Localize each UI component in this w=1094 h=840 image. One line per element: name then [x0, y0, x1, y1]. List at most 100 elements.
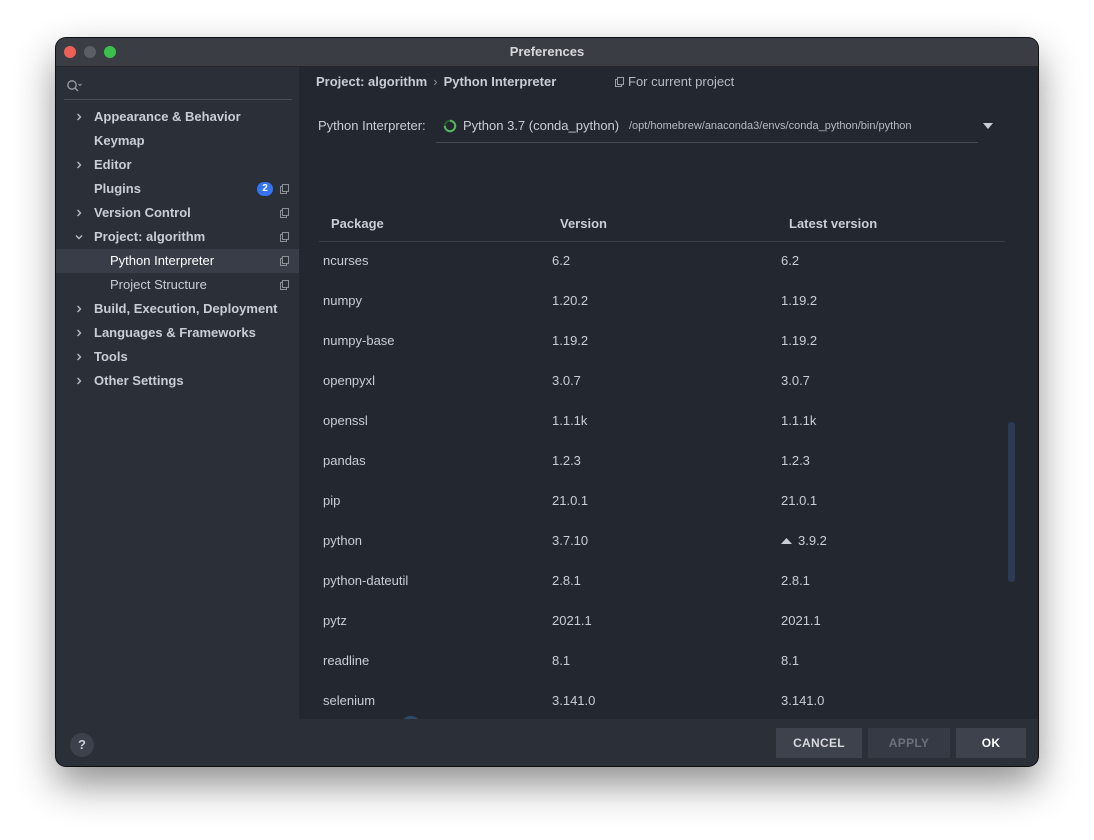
chevron-right-icon[interactable] — [74, 376, 84, 386]
table-row[interactable]: pandas 1.2.3 1.2.3 — [319, 442, 1005, 482]
help-button[interactable]: ? — [70, 733, 94, 757]
table-row[interactable]: readline 8.1 8.1 — [319, 642, 1005, 682]
column-header-latest-version[interactable]: Latest version — [789, 216, 877, 231]
interpreter-path: /opt/homebrew/anaconda3/envs/conda_pytho… — [629, 120, 912, 132]
project-scope-icon — [280, 208, 289, 218]
chevron-right-icon[interactable] — [74, 328, 84, 338]
latest-version-cell: 21.0.1 — [781, 493, 817, 508]
column-header-version[interactable]: Version — [560, 216, 607, 231]
sidebar-item-python-interpreter[interactable]: Python Interpreter — [56, 249, 299, 273]
package-version-cell: 2.8.1 — [552, 573, 581, 588]
package-version-cell: 6.2 — [552, 253, 571, 268]
package-name-cell: openpyxl — [323, 373, 376, 388]
package-name-cell: pytz — [323, 613, 347, 628]
latest-version-cell: 2.8.1 — [781, 573, 810, 588]
sidebar-item-version-control[interactable]: Version Control — [56, 201, 299, 225]
settings-content: Project: algorithm › Python Interpreter Fo… — [299, 67, 1038, 736]
latest-version-cell: 3.0.7 — [781, 373, 810, 388]
latest-version-value: 8.1 — [781, 653, 800, 668]
package-name-cell: numpy-base — [323, 333, 395, 348]
chevron-right-icon[interactable] — [74, 112, 84, 122]
chevron-right-icon[interactable] — [74, 304, 84, 314]
table-row[interactable]: ncurses 6.2 6.2 — [319, 242, 1005, 282]
column-header-package[interactable]: Package — [331, 216, 384, 231]
sidebar-item-plugins[interactable]: Plugins 2 — [56, 177, 299, 201]
sidebar-item-label: Tools — [94, 349, 128, 364]
ok-button[interactable]: OK — [956, 728, 1026, 758]
package-name-cell: pandas — [323, 453, 366, 468]
upgrade-available-icon — [781, 538, 792, 544]
latest-version-value: 3.9.2 — [798, 533, 827, 548]
package-name-cell: ncurses — [323, 253, 369, 268]
packages-table: Package Version Latest version ncurses 6.… — [319, 205, 1005, 715]
sidebar-item-other-settings[interactable]: Other Settings — [56, 369, 299, 393]
sidebar-item-label: Languages & Frameworks — [94, 325, 256, 340]
project-scope-icon — [280, 256, 289, 266]
table-row[interactable]: selenium 3.141.0 3.141.0 — [319, 682, 1005, 712]
package-name-cell: selenium — [323, 693, 376, 708]
sidebar-item-label: Keymap — [94, 133, 145, 148]
table-row[interactable]: openssl 1.1.1k 1.1.1k — [319, 402, 1005, 442]
interpreter-select[interactable]: Python 3.7 (conda_python) /opt/homebrew/… — [436, 110, 978, 143]
for-current-project-note: For current project — [615, 74, 734, 89]
latest-version-cell: 3.141.0 — [781, 693, 824, 708]
package-version-cell: 3.7.10 — [552, 533, 589, 548]
sidebar-item-languages-frameworks[interactable]: Languages & Frameworks — [56, 321, 299, 345]
settings-search-input[interactable] — [64, 73, 292, 100]
sidebar-item-appearance-behavior[interactable]: Appearance & Behavior — [56, 105, 299, 129]
package-name-cell: numpy — [323, 293, 363, 308]
sidebar-item-build-execution-deployment[interactable]: Build, Execution, Deployment — [56, 297, 299, 321]
sidebar-item-label: Editor — [94, 157, 132, 172]
sidebar-item-label: Appearance & Behavior — [94, 109, 241, 124]
interpreter-name: Python 3.7 (conda_python) — [463, 118, 620, 133]
sidebar-item-tools[interactable]: Tools — [56, 345, 299, 369]
package-version-cell: 21.0.1 — [552, 493, 589, 508]
sidebar-item-label: Python Interpreter — [110, 253, 215, 268]
table-body: ncurses 6.2 6.2 numpy 1.20.2 1.19.2 numpy-base… — [319, 242, 1005, 712]
cancel-button[interactable]: CANCEL — [776, 728, 862, 758]
sidebar-item-editor[interactable]: Editor — [56, 153, 299, 177]
table-row[interactable]: openpyxl 3.0.7 3.0.7 — [319, 362, 1005, 402]
latest-version-cell: 1.2.3 — [781, 453, 810, 468]
sidebar-item-label: Version Control — [94, 205, 191, 220]
table-row[interactable]: numpy-base 1.19.2 1.19.2 — [319, 322, 1005, 362]
package-version-cell: 1.19.2 — [552, 333, 589, 348]
table-row[interactable]: python 3.7.10 3.9.2 — [319, 522, 1005, 562]
table-row[interactable]: python-dateutil 2.8.1 2.8.1 — [319, 562, 1005, 602]
chevron-right-icon[interactable] — [74, 160, 84, 170]
package-name-cell: python-dateutil — [323, 573, 409, 588]
table-row[interactable]: pytz 2021.1 2021.1 — [319, 602, 1005, 642]
package-version-cell: 1.20.2 — [552, 293, 589, 308]
project-scope-icon — [280, 232, 289, 242]
package-version-cell: 3.141.0 — [552, 693, 596, 708]
chevron-down-icon[interactable] — [74, 232, 84, 242]
breadcrumb-current: Python Interpreter — [443, 74, 557, 89]
table-row[interactable]: pip 21.0.1 21.0.1 — [319, 482, 1005, 522]
package-name-cell: pip — [323, 493, 341, 508]
table-header: Package Version Latest version — [319, 205, 1005, 242]
latest-version-cell: 1.19.2 — [781, 333, 817, 348]
breadcrumb: Project: algorithm › Python Interpreter — [316, 74, 556, 89]
latest-version-value: 1.19.2 — [781, 333, 818, 348]
latest-version-value: 3.141.0 — [781, 693, 825, 708]
dropdown-arrow-icon[interactable] — [978, 110, 998, 142]
sidebar-item-label: Project: algorithm — [94, 229, 206, 244]
preferences-window: Preferences Appearance & Behavior Keymap E… — [56, 38, 1038, 766]
latest-version-cell: 8.1 — [781, 653, 799, 668]
latest-version-value: 2.8.1 — [781, 573, 810, 588]
sidebar-item-label: Project Structure — [110, 277, 207, 292]
sidebar-item-project-structure[interactable]: Project Structure — [56, 273, 299, 297]
apply-button[interactable]: APPLY — [868, 728, 950, 758]
latest-version-value: 1.2.3 — [781, 453, 810, 468]
table-row[interactable]: numpy 1.20.2 1.19.2 — [319, 282, 1005, 322]
table-scrollbar[interactable] — [1008, 422, 1015, 582]
chevron-right-icon[interactable] — [74, 352, 84, 362]
settings-sidebar: Appearance & Behavior Keymap Editor Plugins… — [56, 67, 299, 719]
sidebar-item-project-algorithm[interactable]: Project: algorithm — [56, 225, 299, 249]
latest-version-cell: 1.19.2 — [781, 293, 817, 308]
breadcrumb-parent[interactable]: Project: algorithm — [316, 74, 427, 89]
package-name-cell: python — [323, 533, 363, 548]
title-bar: Preferences — [56, 38, 1038, 67]
chevron-right-icon[interactable] — [74, 208, 84, 218]
sidebar-item-keymap[interactable]: Keymap — [56, 129, 299, 153]
